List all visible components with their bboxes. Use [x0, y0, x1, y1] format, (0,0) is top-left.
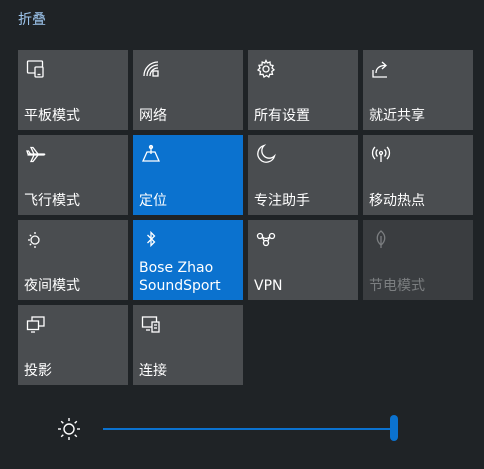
tile-tablet-mode[interactable]: 平板模式 — [18, 50, 128, 130]
tile-label: 飞行模式 — [24, 193, 80, 209]
tile-network[interactable]: 网络 — [133, 50, 243, 130]
tile-battery-saver[interactable]: 节电模式 — [363, 220, 473, 300]
brightness-slider-track[interactable] — [103, 428, 394, 430]
tile-label: 就近共享 — [369, 108, 425, 124]
tile-project[interactable]: 投影 — [18, 305, 128, 385]
tile-label: 网络 — [139, 108, 167, 124]
tile-label: 定位 — [139, 193, 167, 209]
tile-label: Bose Zhao SoundSport — [139, 260, 221, 294]
tile-location[interactable]: 定位 — [133, 135, 243, 215]
tile-label: 夜间模式 — [24, 278, 80, 294]
tile-label: 投影 — [24, 363, 52, 379]
vpn-icon — [255, 228, 277, 250]
tile-label: 专注助手 — [254, 193, 310, 209]
tile-all-settings[interactable]: 所有设置 — [248, 50, 358, 130]
share-icon — [370, 58, 392, 80]
tile-connect[interactable]: 连接 — [133, 305, 243, 385]
tile-label: 移动热点 — [369, 193, 425, 209]
location-icon — [140, 143, 162, 165]
network-icon — [140, 58, 162, 80]
brightness-slider-thumb[interactable] — [390, 415, 398, 441]
brightness-control — [0, 405, 484, 455]
night-light-icon — [25, 228, 47, 250]
tile-label: 平板模式 — [24, 108, 80, 124]
tile-mobile-hotspot[interactable]: 移动热点 — [363, 135, 473, 215]
tile-bluetooth-device[interactable]: Bose Zhao SoundSport — [133, 220, 243, 300]
tile-nearby-share[interactable]: 就近共享 — [363, 50, 473, 130]
tile-label: 连接 — [139, 363, 167, 379]
battery-saver-icon — [370, 228, 392, 250]
airplane-icon — [25, 143, 47, 165]
tile-vpn[interactable]: VPN — [248, 220, 358, 300]
brightness-icon — [56, 416, 82, 442]
bluetooth-icon — [140, 228, 162, 250]
quick-actions-grid: 平板模式 网络 所有设置 就近共享 飞行模式 定位 专注助手 移动热点 夜间模式… — [0, 0, 484, 400]
tile-night-light[interactable]: 夜间模式 — [18, 220, 128, 300]
tile-label: 所有设置 — [254, 108, 310, 124]
moon-icon — [255, 143, 277, 165]
hotspot-icon — [370, 143, 392, 165]
tablet-mode-icon — [25, 58, 47, 80]
tile-focus-assist[interactable]: 专注助手 — [248, 135, 358, 215]
tile-airplane-mode[interactable]: 飞行模式 — [18, 135, 128, 215]
tile-label: VPN — [254, 278, 283, 294]
connect-icon — [140, 313, 162, 335]
tile-label: 节电模式 — [369, 278, 425, 294]
gear-icon — [255, 58, 277, 80]
project-icon — [25, 313, 47, 335]
